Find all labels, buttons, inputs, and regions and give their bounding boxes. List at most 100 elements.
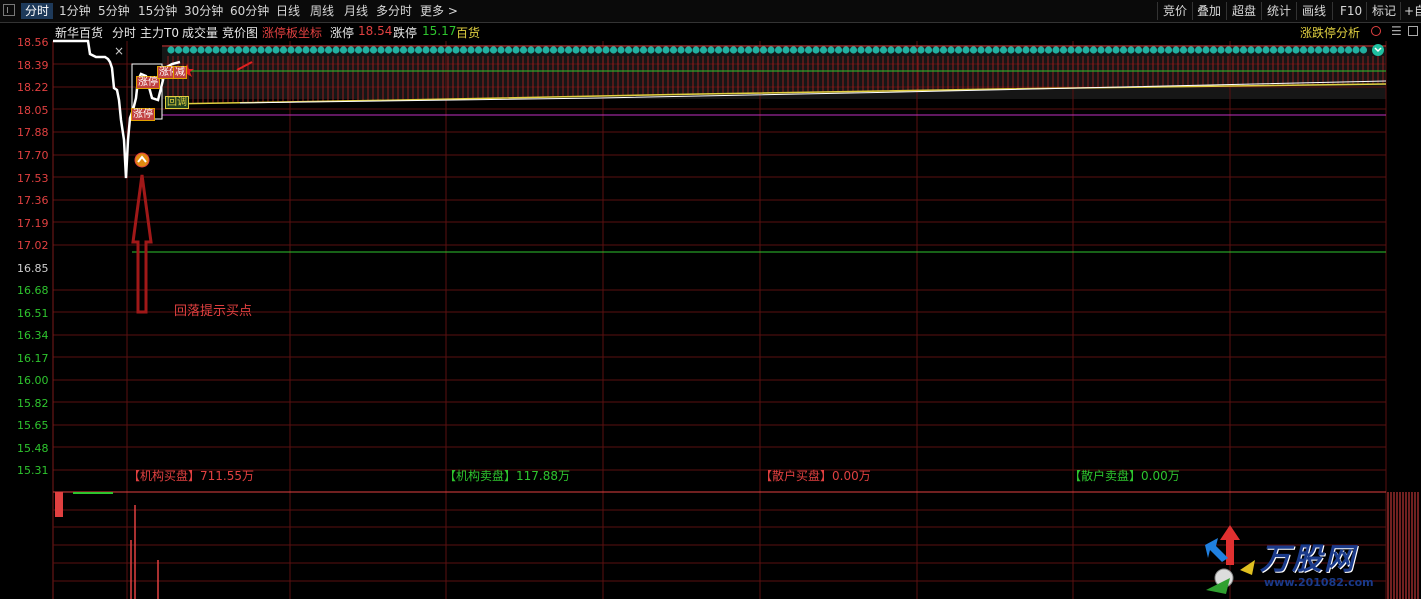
limit-up-marker [474, 46, 483, 54]
limit-up-marker [489, 46, 498, 54]
limit-up-marker [1284, 46, 1293, 54]
limit-up-marker [534, 46, 543, 54]
limit-up-marker [752, 46, 760, 54]
limit-up-marker [294, 46, 303, 54]
limit-up-badge: 涨停 [131, 108, 155, 121]
retail-buy: 【散户买盘】0.00万 [760, 469, 871, 483]
limit-up-marker [602, 46, 610, 54]
limit-up-marker [812, 46, 820, 54]
limit-up-marker [654, 46, 663, 54]
limit-up-marker [212, 46, 220, 54]
limit-up-marker [677, 46, 685, 54]
limit-up-marker [1007, 46, 1015, 54]
watermark-logo: 万股网 www.201082.com [1200, 520, 1400, 598]
retail-sell: 【散户卖盘】0.00万 [1069, 469, 1180, 483]
limit-up-marker [422, 46, 430, 54]
limit-up-marker [1059, 46, 1068, 54]
limit-up-marker [219, 46, 228, 54]
limit-up-marker [579, 46, 588, 54]
limit-up-marker [384, 46, 393, 54]
limit-up-marker [684, 46, 693, 54]
limit-up-marker [1164, 46, 1173, 54]
limit-up-marker [834, 46, 843, 54]
limit-up-marker [317, 46, 325, 54]
limit-up-marker [1194, 46, 1203, 54]
limit-up-marker [609, 46, 618, 54]
limit-up-marker [692, 46, 700, 54]
limit-up-marker [999, 46, 1008, 54]
limit-up-marker [759, 46, 768, 54]
limit-up-marker [789, 46, 798, 54]
limit-up-marker [332, 46, 340, 54]
limit-up-marker [1254, 46, 1263, 54]
limit-up-marker [924, 46, 933, 54]
limit-up-marker [354, 46, 363, 54]
limit-up-marker [902, 46, 910, 54]
limit-up-marker [797, 46, 805, 54]
limit-up-marker [587, 46, 595, 54]
limit-up-marker [227, 46, 235, 54]
limit-up-marker [1277, 46, 1285, 54]
limit-up-marker [264, 46, 273, 54]
limit-up-marker [459, 46, 468, 54]
limit-up-marker [287, 46, 295, 54]
limit-up-marker [774, 46, 783, 54]
limit-up-marker [744, 46, 753, 54]
limit-up-marker [504, 46, 513, 54]
limit-up-marker [1232, 46, 1240, 54]
limit-up-marker [542, 46, 550, 54]
limit-up-marker [249, 46, 258, 54]
limit-up-marker [1179, 46, 1188, 54]
limit-up-marker [1217, 46, 1225, 54]
limit-up-marker [977, 46, 985, 54]
limit-up-marker [1014, 46, 1023, 54]
limit-up-marker [1202, 46, 1210, 54]
limit-up-marker [467, 46, 475, 54]
limit-up-marker [782, 46, 790, 54]
limit-up-marker [804, 46, 813, 54]
limit-up-marker [1127, 46, 1135, 54]
limit-up-marker [272, 46, 280, 54]
limit-up-marker [1089, 46, 1098, 54]
chart-background [53, 41, 1386, 599]
buy-hint-label: 回落提示买点 [174, 304, 253, 319]
limit-up-marker [939, 46, 948, 54]
limit-up-marker [392, 46, 400, 54]
limit-up-marker [512, 46, 520, 54]
limit-up-marker [174, 46, 183, 54]
limit-up-marker [909, 46, 918, 54]
limit-up-marker [407, 46, 415, 54]
limit-up-marker [1037, 46, 1045, 54]
limit-up-marker [1187, 46, 1195, 54]
limit-up-marker [1052, 46, 1060, 54]
limit-up-marker [669, 46, 678, 54]
limit-up-marker [437, 46, 445, 54]
limit-up-marker [1269, 46, 1278, 54]
limit-up-zone [162, 47, 1386, 99]
limit-up-marker [1104, 46, 1113, 54]
limit-up-marker [1292, 46, 1300, 54]
limit-up-marker [737, 46, 745, 54]
limit-up-marker [617, 46, 625, 54]
limit-up-marker [639, 46, 648, 54]
limit-up-marker [842, 46, 850, 54]
logo-url: www.201082.com [1264, 576, 1374, 589]
limit-up-marker [452, 46, 460, 54]
limit-up-marker [1307, 46, 1315, 54]
limit-up-marker [819, 46, 828, 54]
limit-up-marker [549, 46, 558, 54]
limit-up-marker [632, 46, 640, 54]
limit-up-marker [887, 46, 895, 54]
limit-up-marker [1359, 46, 1368, 54]
logo-name: 万股网 [1260, 542, 1356, 577]
limit-up-marker [324, 46, 333, 54]
limit-up-marker [1157, 46, 1165, 54]
limit-up-marker [1352, 46, 1360, 54]
institution-buy: 【机构买盘】711.55万 [128, 469, 254, 483]
close-icon[interactable]: × [114, 44, 124, 58]
buy-point-marker [134, 152, 150, 168]
limit-up-marker [1029, 46, 1038, 54]
limit-up-marker [414, 46, 423, 54]
limit-up-marker [182, 46, 190, 54]
limit-up-marker [519, 46, 528, 54]
